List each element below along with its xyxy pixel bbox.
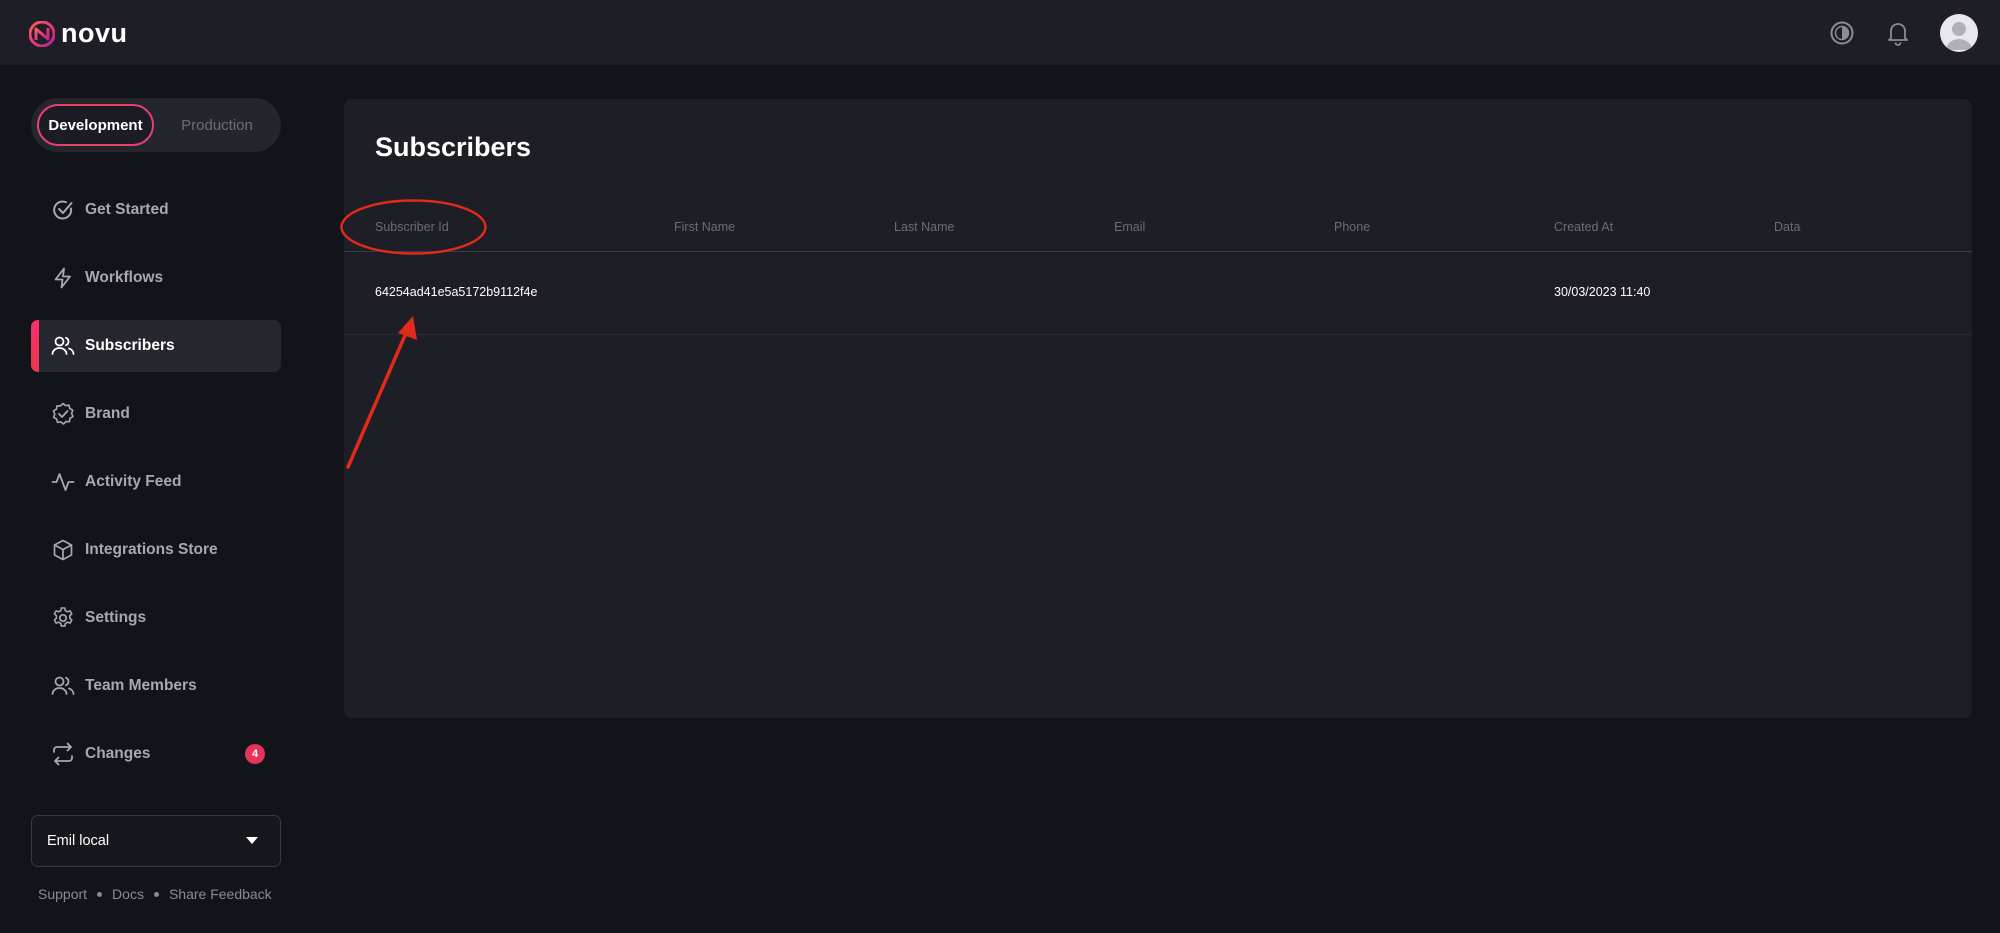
arrows-swap-icon — [51, 742, 75, 766]
sidebar-item-label: Settings — [85, 609, 147, 626]
env-development-option[interactable]: Development — [37, 104, 154, 146]
sidebar-item-label: Integrations Store — [85, 541, 218, 558]
share-feedback-link[interactable]: Share Feedback — [169, 886, 272, 902]
novu-logo[interactable]: novu — [29, 18, 128, 49]
sidebar: Development Production Get Started Workf… — [31, 98, 281, 766]
sidebar-item-label: Changes — [85, 745, 151, 762]
table-header: Subscriber Id First Name Last Name Email… — [344, 210, 1972, 252]
sidebar-item-settings[interactable]: Settings — [31, 592, 281, 644]
activity-icon — [51, 470, 75, 494]
sidebar-item-label: Activity Feed — [85, 473, 182, 490]
sidebar-item-workflows[interactable]: Workflows — [31, 252, 281, 304]
column-header-last-name: Last Name — [894, 220, 955, 234]
caret-down-icon — [246, 837, 258, 844]
docs-link[interactable]: Docs — [112, 886, 144, 902]
sidebar-item-subscribers[interactable]: Subscribers — [31, 320, 281, 372]
page-title: Subscribers — [375, 132, 532, 162]
check-circle-icon — [51, 198, 75, 222]
gear-icon — [51, 606, 75, 630]
sidebar-item-get-started[interactable]: Get Started — [31, 184, 281, 236]
sidebar-item-activity-feed[interactable]: Activity Feed — [31, 456, 281, 508]
cell-created-at: 30/03/2023 11:40 — [1554, 285, 1651, 299]
novu-logo-icon — [29, 20, 55, 47]
column-header-subscriber-id: Subscriber Id — [375, 220, 449, 234]
box-icon — [51, 538, 75, 562]
top-bar: novu — [0, 0, 2000, 66]
column-header-data: Data — [1774, 220, 1801, 234]
column-header-created-at: Created At — [1554, 220, 1614, 234]
env-production-option[interactable]: Production — [161, 104, 273, 146]
separator-dot — [153, 891, 159, 897]
changes-count-badge: 4 — [245, 744, 265, 764]
sidebar-item-label: Subscribers — [85, 337, 175, 354]
user-silhouette-icon — [1946, 22, 1972, 50]
organization-select[interactable]: Emil local — [31, 815, 281, 867]
sidebar-item-integrations-store[interactable]: Integrations Store — [31, 524, 281, 576]
sidebar-item-brand[interactable]: Brand — [31, 388, 281, 440]
logo-text: novu — [61, 18, 128, 48]
bell-icon[interactable] — [1884, 19, 1912, 47]
badge-check-icon — [51, 402, 75, 426]
users-icon — [51, 334, 75, 358]
sidebar-item-label: Team Members — [85, 677, 197, 694]
theme-toggle-icon[interactable] — [1828, 19, 1856, 47]
sidebar-item-label: Workflows — [85, 269, 164, 286]
column-header-phone: Phone — [1334, 220, 1371, 234]
support-link[interactable]: Support — [38, 886, 87, 902]
subscribers-panel: Subscribers Subscriber Id First Name Las… — [344, 99, 1972, 718]
sidebar-item-team-members[interactable]: Team Members — [31, 660, 281, 712]
team-icon — [51, 674, 75, 698]
user-avatar[interactable] — [1940, 14, 1978, 52]
sidebar-item-label: Brand — [85, 405, 130, 422]
footer-links: Support Docs Share Feedback — [38, 886, 272, 902]
sidebar-item-label: Get Started — [85, 201, 169, 218]
lightning-icon — [51, 266, 75, 290]
environment-switch[interactable]: Development Production — [31, 98, 281, 152]
separator-dot — [97, 891, 103, 897]
sidebar-item-changes[interactable]: Changes 4 — [31, 728, 281, 780]
cell-subscriber-id: 64254ad41e5a5172b9112f4e — [375, 285, 538, 299]
column-header-first-name: First Name — [674, 220, 736, 234]
table-row[interactable]: 64254ad41e5a5172b9112f4e 30/03/2023 11:4… — [344, 252, 1972, 335]
column-header-email: Email — [1114, 220, 1146, 234]
organization-name: Emil local — [47, 833, 110, 849]
